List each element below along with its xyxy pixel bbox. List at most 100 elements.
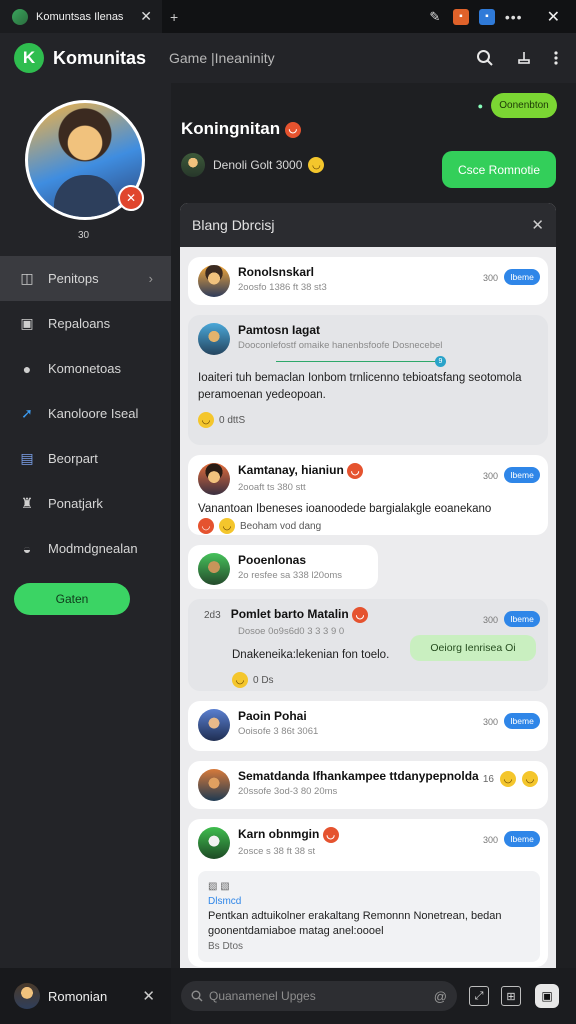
post-count: 300 <box>482 717 498 727</box>
avatar[interactable] <box>198 323 230 355</box>
post-side-reactions: 16 ◡ ◡ <box>483 771 538 787</box>
sidebar-item-label: Kanoloore Iseal <box>48 406 139 421</box>
post-timestamp: 2ooaft ts 380 stt <box>238 482 306 493</box>
quoted-post[interactable]: ▧ ▧ Dlsmcd Pentkan adtuikolner erakaltan… <box>198 871 540 962</box>
avatar[interactable] <box>198 709 230 741</box>
message-input[interactable]: Quanamenel Upges @ <box>181 981 457 1011</box>
join-community-button[interactable]: Csce Romnotie <box>442 151 556 188</box>
avatar-body <box>54 175 118 217</box>
sidebar-item-label: Komonetoas <box>48 361 121 376</box>
sidebar-item-label: Beorpart <box>48 451 98 466</box>
attachment-icons: ▧ ▧ <box>208 881 230 892</box>
sidebar-item-ponatjark[interactable]: ♜ Ponatjark <box>0 481 171 526</box>
user-icon: ● <box>22 360 32 377</box>
new-tab-icon[interactable]: + <box>170 9 178 25</box>
globe-icon: ◒ <box>22 540 32 557</box>
post-author-name: Karn obnmgin <box>238 827 320 842</box>
sidebar-item-komonetoas[interactable]: ● Komonetoas <box>0 346 171 391</box>
profile-subtitle: Denoli Golt 3000 ◡ <box>181 153 325 177</box>
sidebar-item-beorpart[interactable]: ▤ Beorpart <box>0 436 171 481</box>
post-card[interactable]: Pamtosn Iagat Dooconlefostf omaike hanen… <box>188 315 548 445</box>
post-card[interactable]: Kamtanay, hianiun ◡ 2ooaft ts 380 stt 30… <box>188 455 548 535</box>
extension-orange-icon[interactable]: ▪ <box>452 8 469 25</box>
sidebar-item-penitops[interactable]: ◫ Penitops › <box>0 256 171 301</box>
avatar[interactable] <box>14 983 40 1009</box>
main-content: ● Oonenbton Koningnitan ◡ Denoli Golt 30… <box>171 83 576 968</box>
sidebar-item-kanoloore[interactable]: ➚ Kanoloore Iseal <box>0 391 171 436</box>
search-icon <box>191 990 203 1002</box>
kebab-menu-icon[interactable] <box>554 50 558 66</box>
post-count: 300 <box>482 273 498 283</box>
reply-bubble[interactable]: Oeiorg Ienrisea Oi <box>410 635 536 661</box>
quote-link[interactable]: Dlsmcd <box>208 894 530 909</box>
smile-emoji-icon: ◡ <box>500 771 516 787</box>
follow-button[interactable]: Ibeme <box>504 467 540 483</box>
post-body: Ioaiteri tuh bemaclan Ionbom trnlicenno … <box>198 372 522 401</box>
post-timestamp: Ooisofe 3 86t 3061 <box>238 726 319 737</box>
tab-close-icon[interactable]: ✕ <box>140 8 152 25</box>
post-reactions: ◡ ◡ Beoham vod dang <box>198 518 540 534</box>
sidebar-item-label: Ponatjark <box>48 496 103 511</box>
window-close-icon[interactable]: ✕ <box>547 7 560 27</box>
angry-emoji-icon: ◡ <box>322 827 339 843</box>
avatar[interactable] <box>198 769 230 801</box>
chevron-right-icon: › <box>148 271 153 286</box>
avatar[interactable] <box>198 463 230 495</box>
smile-emoji-icon: ◡ <box>308 157 325 173</box>
progress-line: 9 <box>276 356 446 367</box>
sidebar-item-modmdgnealan[interactable]: ◒ Modmdgnealan <box>0 526 171 571</box>
page-title: Koningnitan ◡ <box>181 119 301 139</box>
sidebar-item-label: Penitops <box>48 271 99 286</box>
extension-blue-icon[interactable]: ▪ <box>478 8 495 25</box>
browser-tab[interactable]: Komuntsas Ilenas ✕ <box>0 0 162 33</box>
emoji-icon: ◡ <box>219 518 235 534</box>
tab-favicon-icon <box>12 8 28 25</box>
panel-header: Blang Dbrcisj ✕ <box>180 203 556 247</box>
emoji-icon: ◡ <box>198 518 214 534</box>
post-card[interactable]: Paoin Pohai Ooisofe 3 86t 3061 300 Ibeme <box>188 701 548 751</box>
post-card[interactable]: Pooenlonas 2o resfee sa 338 l20oms <box>188 545 378 589</box>
browser-titlebar: Komuntsas Ilenas ✕ + ✎ ▪ ▪ ••• ✕ <box>0 0 576 33</box>
image-icon[interactable]: ⤢ <box>469 986 489 1006</box>
post-card[interactable]: Ronolsnskarl 2oosfo 1386 ft 38 st3 300 I… <box>188 257 548 305</box>
reaction-count: 16 <box>482 773 494 785</box>
send-button[interactable]: ▣ <box>535 984 559 1008</box>
avatar-level: 30 <box>78 230 90 241</box>
status-dot-icon: ● <box>477 101 483 111</box>
mention-icon[interactable]: @ <box>434 989 447 1004</box>
close-icon[interactable]: ✕ <box>142 987 155 1005</box>
list-icon: ▤ <box>20 450 34 466</box>
avatar[interactable] <box>198 553 230 585</box>
follow-button[interactable]: Ibeme <box>504 611 540 627</box>
follow-button[interactable]: Ibeme <box>504 269 540 285</box>
avatar-badge-icon: ✕ <box>118 185 144 211</box>
smile-emoji-icon: ◡ <box>232 672 248 688</box>
post-card[interactable]: 2d3 Pomlet barto Matalin ◡ Dosoe 0o9s6d0 … <box>188 599 548 691</box>
post-count: 300 <box>482 471 498 481</box>
edit-icon[interactable]: ✎ <box>427 9 443 25</box>
sidebar-item-repaloans[interactable]: ▣ Repaloans <box>0 301 171 346</box>
sidebar-item-label: Modmdgnealan <box>48 541 138 556</box>
notification-icon[interactable] <box>516 50 532 66</box>
more-icon[interactable]: ••• <box>505 9 523 25</box>
close-icon[interactable]: ✕ <box>531 216 544 234</box>
status-badge[interactable]: Oonenbton <box>491 93 557 118</box>
sidebar-cta-button[interactable]: Gaten <box>14 583 130 615</box>
post-reactions: ◡ 0 dttS <box>198 412 540 428</box>
avatar[interactable] <box>198 265 230 297</box>
smile-emoji-icon: ◡ <box>198 412 214 428</box>
post-card[interactable]: Karn obnmgin ◡ 2osce s 38 ft 38 st 300 I… <box>188 819 548 967</box>
post-author: Pooenlonas <box>238 553 307 567</box>
follow-button[interactable]: Ibeme <box>504 831 540 847</box>
grid-icon[interactable]: ⊞ <box>501 986 521 1006</box>
post-card[interactable]: Sematdanda Ifhankampee ttdanypepnolda 20… <box>188 761 548 809</box>
avatar[interactable] <box>198 827 230 859</box>
follow-button[interactable]: Ibeme <box>504 713 540 729</box>
arrow-icon: ➚ <box>21 405 33 421</box>
search-icon[interactable] <box>476 49 494 67</box>
quote-text: Pentkan adtuikolner erakaltang Remonnn N… <box>208 910 502 937</box>
avatar <box>181 153 205 177</box>
profile-sub-text: Denoli Golt 3000 <box>213 158 303 172</box>
app-section-title: Game |Ineaninity <box>169 50 275 66</box>
post-count: 300 <box>482 615 498 625</box>
